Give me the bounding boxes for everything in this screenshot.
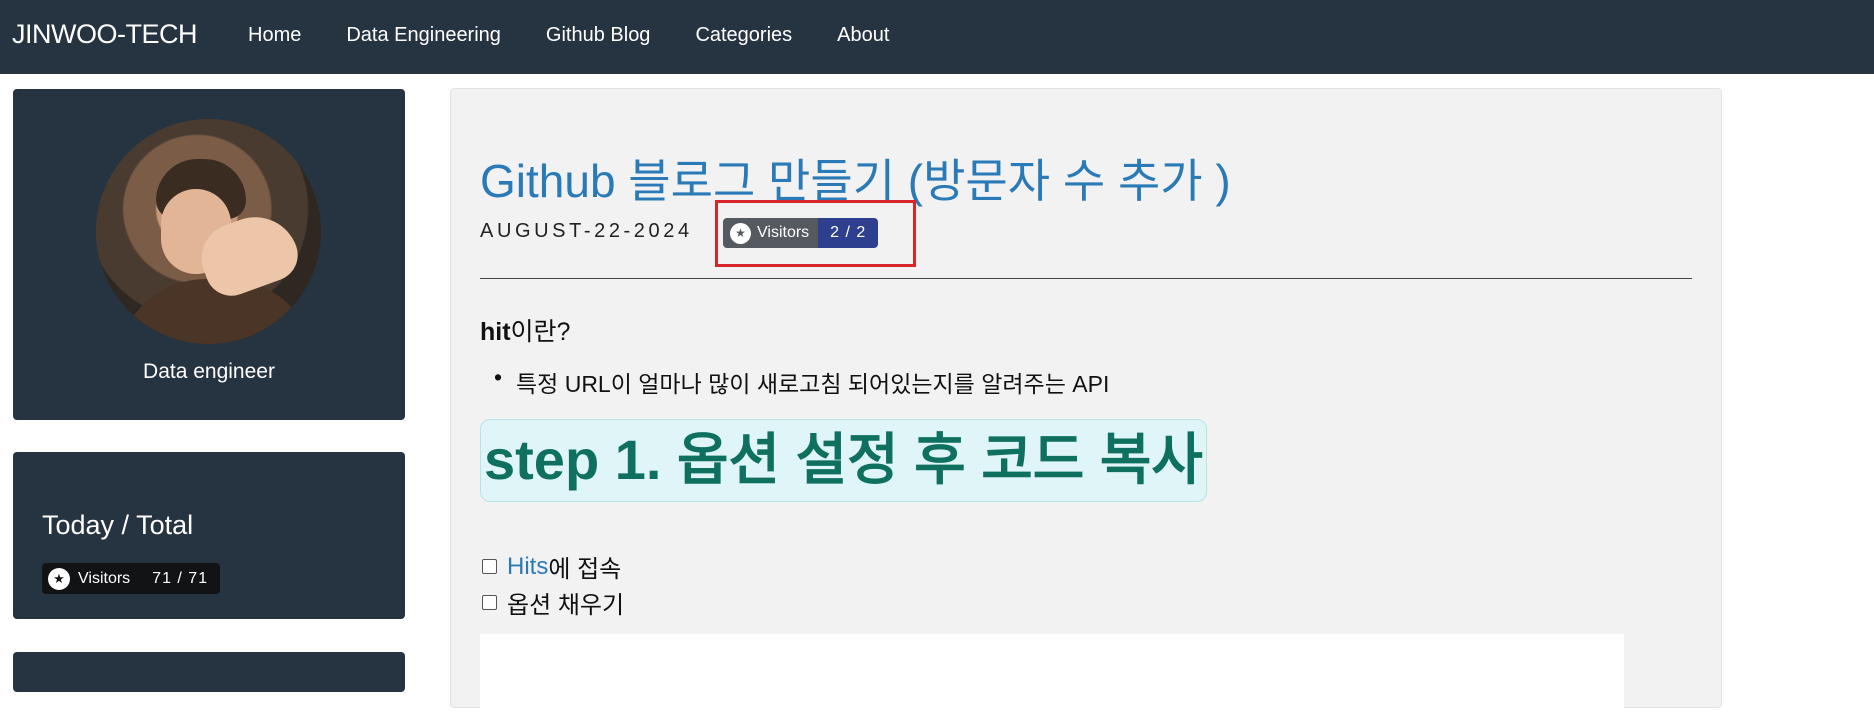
hit-question-rest: 이란? (510, 318, 571, 346)
checklist-text: 에 접속 (548, 556, 622, 583)
checklist-item: Hits 에 접속 (482, 549, 621, 584)
task-checkbox[interactable] (482, 559, 497, 574)
checklist-text: 옵션 채우기 (507, 592, 625, 619)
profile-card: Data engineer (13, 89, 405, 420)
counter-title: Today / Total (42, 510, 194, 540)
hit-question: hit이란? (480, 312, 570, 348)
badge-label: Visitors (78, 569, 131, 587)
avatar (96, 119, 321, 344)
star-chat-icon: ★ (48, 567, 70, 590)
post-date: AUGUST-22-2024 (480, 220, 693, 242)
step-heading: step 1. 옵션 설정 후 코드 복사 (480, 419, 1207, 502)
nav-categories[interactable]: Categories (695, 24, 792, 47)
nav-github-blog[interactable]: Github Blog (546, 24, 651, 47)
sidebar-card (13, 652, 405, 692)
task-checkbox[interactable] (482, 595, 497, 610)
site-brand[interactable]: JINWOO-TECH (12, 19, 197, 50)
main-nav: Home Data Engineering Github Blog Catego… (248, 24, 934, 47)
sidebar-visitors-badge: ★ Visitors 71 / 71 (42, 563, 221, 594)
list-item: 특정 URL이 얼마나 많이 새로고침 되어있는지를 알려주는 API (494, 364, 1109, 399)
nav-home[interactable]: Home (248, 24, 301, 47)
nav-about[interactable]: About (837, 24, 889, 47)
nav-data-engineering[interactable]: Data Engineering (346, 24, 501, 47)
checklist-item: 옵션 채우기 (482, 585, 624, 620)
badge-count: 2 / 2 (818, 218, 879, 248)
top-navbar: JINWOO-TECH Home Data Engineering Github… (0, 0, 1874, 74)
star-chat-icon: ★ (730, 222, 751, 244)
profile-role: Data engineer (143, 360, 275, 383)
code-block (480, 634, 1624, 714)
badge-label: Visitors (757, 224, 810, 241)
post-container: Github 블로그 만들기 (방문자 수 추가 ) AUGUST-22-202… (450, 88, 1722, 714)
hit-term: hit (480, 318, 511, 346)
hits-link[interactable]: Hits (507, 553, 548, 581)
badge-count: 71 / 71 (152, 569, 209, 587)
divider (480, 278, 1692, 279)
visitor-counter-card: Today / Total ★ Visitors 71 / 71 (13, 452, 405, 619)
badge-label-segment: ★ Visitors (723, 218, 819, 248)
post-visitors-badge: ★ Visitors 2 / 2 (723, 218, 879, 248)
